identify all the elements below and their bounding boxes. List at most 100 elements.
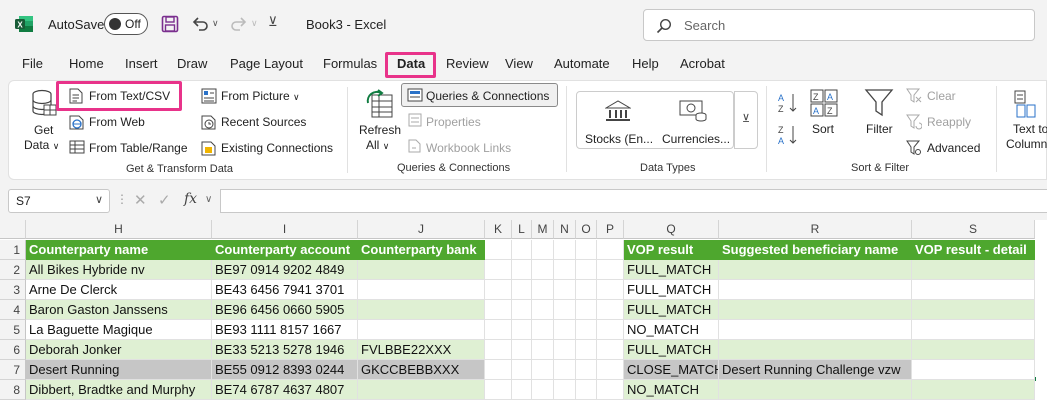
save-icon[interactable] — [161, 15, 179, 33]
row-header-1[interactable]: 1 — [0, 240, 26, 260]
table-cell[interactable] — [912, 320, 1035, 340]
table-cell[interactable] — [912, 360, 1035, 380]
column-header-j[interactable]: J — [358, 220, 485, 239]
tab-view[interactable]: View — [505, 56, 533, 71]
column-header-s[interactable]: S — [912, 220, 1035, 239]
sort-az-icon[interactable]: AZ — [778, 92, 800, 119]
stocks-button[interactable]: Stocks (En... — [585, 132, 653, 146]
customize-qat-icon[interactable]: ⊻ — [268, 14, 278, 30]
cell[interactable] — [554, 340, 576, 360]
refresh-all-label[interactable]: All ∨ — [366, 138, 389, 152]
insert-function-icon[interactable]: fx — [184, 191, 197, 207]
workbook-links-button[interactable]: Workbook Links — [426, 141, 511, 155]
cell[interactable] — [485, 360, 512, 380]
tab-insert[interactable]: Insert — [125, 56, 158, 71]
table-cell[interactable]: FVLBBE22XXX — [358, 340, 485, 360]
sort-button[interactable]: Sort — [812, 122, 834, 136]
database-icon[interactable] — [31, 89, 57, 124]
table-cell[interactable]: FULL_MATCH — [624, 340, 719, 360]
header-cell-q[interactable]: VOP result — [624, 240, 719, 260]
cell[interactable] — [597, 260, 624, 280]
from-picture-button[interactable]: From Picture ∨ — [221, 89, 300, 103]
table-cell[interactable] — [912, 300, 1035, 320]
cell[interactable] — [576, 300, 597, 320]
tab-file[interactable]: File — [22, 56, 43, 71]
filter-button[interactable]: Filter — [866, 122, 893, 136]
cell[interactable] — [597, 280, 624, 300]
get-data-label2[interactable]: Data ∨ — [24, 138, 59, 152]
cell[interactable] — [576, 320, 597, 340]
queries-connections-button[interactable]: Queries & Connections — [401, 83, 558, 107]
table-cell[interactable] — [912, 260, 1035, 280]
refresh-icon[interactable] — [365, 89, 395, 124]
cell[interactable] — [485, 300, 512, 320]
cell[interactable] — [532, 300, 554, 320]
cell[interactable] — [554, 320, 576, 340]
table-cell[interactable]: FULL_MATCH — [624, 280, 719, 300]
table-cell[interactable]: BE55 0912 8393 0244 — [212, 360, 358, 380]
formula-input[interactable] — [220, 189, 1047, 213]
formula-bar-grip-icon[interactable]: ⋮ — [116, 192, 128, 206]
cell[interactable] — [576, 280, 597, 300]
header-cell-r[interactable]: Suggested beneficiary name — [719, 240, 912, 260]
row-header-6[interactable]: 6 — [0, 340, 26, 360]
cell[interactable] — [597, 380, 624, 400]
column-header-l[interactable]: L — [512, 220, 532, 239]
select-all-corner[interactable] — [0, 220, 26, 239]
get-data-label[interactable]: Get — [34, 123, 53, 137]
tab-page-layout[interactable]: Page Layout — [230, 56, 303, 71]
cell[interactable] — [512, 320, 532, 340]
row-header-8[interactable]: 8 — [0, 380, 26, 400]
cell[interactable] — [485, 280, 512, 300]
table-cell[interactable]: Baron Gaston Janssens — [26, 300, 212, 320]
table-cell[interactable] — [358, 260, 485, 280]
currencies-button[interactable]: Currencies... — [662, 132, 730, 146]
table-cell[interactable] — [719, 280, 912, 300]
table-cell[interactable]: FULL_MATCH — [624, 260, 719, 280]
table-cell[interactable]: Desert Running Challenge vzw — [719, 360, 912, 380]
existing-connections-button[interactable]: Existing Connections — [221, 141, 333, 155]
cell[interactable] — [532, 280, 554, 300]
cell[interactable] — [485, 260, 512, 280]
row-header-7[interactable]: 7 — [0, 360, 26, 380]
from-web-button[interactable]: From Web — [89, 115, 145, 129]
tab-automate[interactable]: Automate — [554, 56, 610, 71]
cell[interactable] — [485, 240, 512, 260]
cell[interactable] — [532, 380, 554, 400]
table-cell[interactable]: La Baguette Magique — [26, 320, 212, 340]
enter-icon[interactable]: ✓ — [158, 191, 171, 209]
column-header-q[interactable]: Q — [624, 220, 719, 239]
table-cell[interactable]: CLOSE_MATCH — [624, 360, 719, 380]
table-cell[interactable]: Deborah Jonker — [26, 340, 212, 360]
cell[interactable] — [512, 380, 532, 400]
tab-formulas[interactable]: Formulas — [323, 56, 377, 71]
text-to-columns-icon[interactable] — [1014, 90, 1038, 123]
cancel-icon[interactable]: ✕ — [134, 191, 147, 209]
table-cell[interactable]: BE97 0914 9202 4849 — [212, 260, 358, 280]
cell[interactable] — [576, 360, 597, 380]
table-cell[interactable]: BE33 5213 5278 1946 — [212, 340, 358, 360]
cell[interactable] — [597, 320, 624, 340]
sort-icon[interactable]: ZAAZ — [810, 89, 838, 122]
advanced-button[interactable]: Advanced — [927, 141, 980, 155]
cell[interactable] — [597, 240, 624, 260]
column-header-o[interactable]: O — [576, 220, 597, 239]
table-cell[interactable] — [719, 380, 912, 400]
redo-dropdown-icon[interactable]: ∨ — [251, 18, 258, 29]
cell[interactable] — [532, 260, 554, 280]
row-header-5[interactable]: 5 — [0, 320, 26, 340]
filter-icon[interactable] — [864, 88, 894, 123]
table-cell[interactable]: Dibbert, Bradtke and Murphy — [26, 380, 212, 400]
column-header-i[interactable]: I — [212, 220, 358, 239]
row-header-2[interactable]: 2 — [0, 260, 26, 280]
reapply-button[interactable]: Reapply — [927, 115, 971, 129]
properties-button[interactable]: Properties — [426, 115, 481, 129]
table-cell[interactable] — [719, 340, 912, 360]
from-table-range-button[interactable]: From Table/Range — [89, 141, 188, 155]
cell[interactable] — [512, 240, 532, 260]
cell[interactable] — [532, 240, 554, 260]
cell[interactable] — [554, 240, 576, 260]
cell[interactable] — [512, 260, 532, 280]
table-cell[interactable]: BE43 6456 7941 3701 — [212, 280, 358, 300]
data-types-more-button[interactable]: ⊻ — [734, 91, 758, 149]
